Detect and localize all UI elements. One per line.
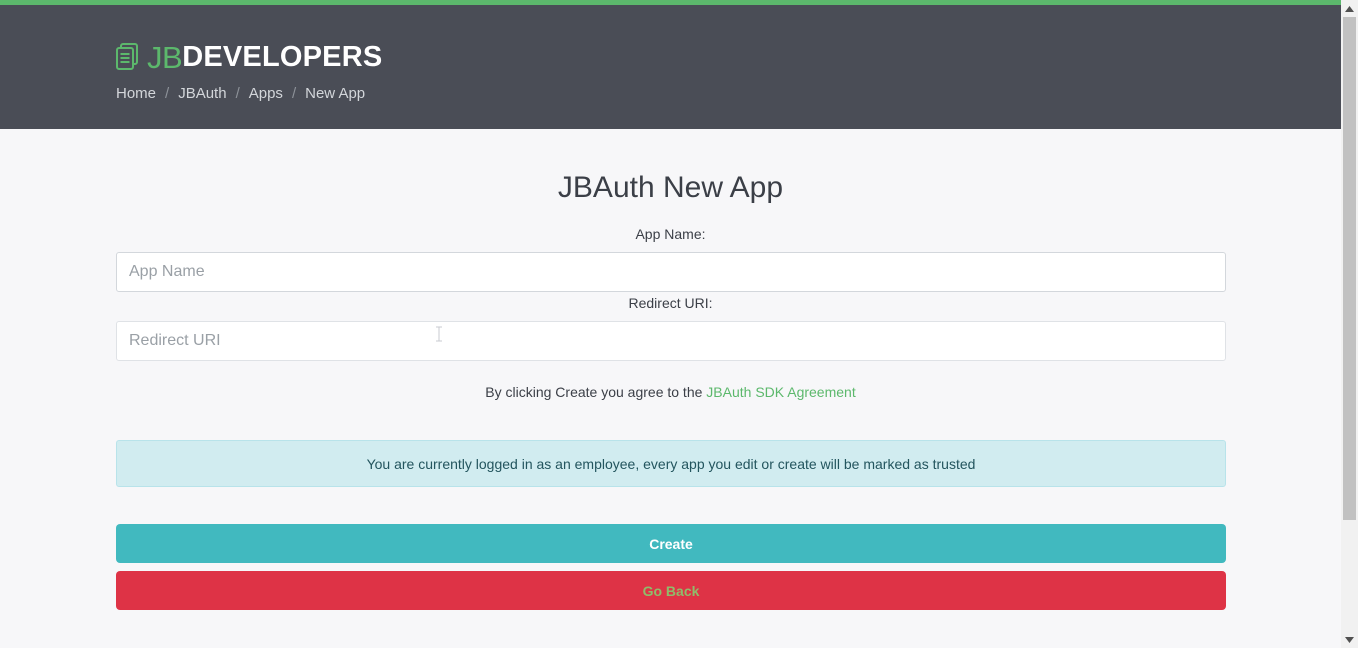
breadcrumb-separator: / bbox=[291, 85, 297, 102]
agreement-prefix: By clicking Create you agree to the bbox=[485, 384, 703, 400]
brand-logo[interactable]: JB DEVELOPERS bbox=[116, 39, 382, 75]
breadcrumb: Home / JBAuth / Apps / New App bbox=[116, 85, 365, 102]
scroll-down-icon[interactable] bbox=[1341, 631, 1358, 648]
create-button[interactable]: Create bbox=[116, 524, 1226, 563]
document-icon bbox=[116, 43, 139, 71]
go-back-button[interactable]: Go Back bbox=[116, 571, 1226, 610]
brand-prefix: JB bbox=[147, 39, 183, 75]
redirect-uri-input[interactable] bbox=[116, 321, 1226, 361]
text-cursor-icon bbox=[435, 326, 443, 342]
site-header: JB DEVELOPERS Home / JBAuth / Apps / New… bbox=[0, 5, 1341, 129]
employee-notice-text: You are currently logged in as an employ… bbox=[366, 455, 976, 472]
breadcrumb-home[interactable]: Home bbox=[116, 85, 156, 102]
brand-suffix: DEVELOPERS bbox=[182, 40, 383, 73]
breadcrumb-separator: / bbox=[235, 85, 240, 102]
breadcrumb-apps[interactable]: Apps bbox=[249, 85, 283, 102]
breadcrumb-separator: / bbox=[165, 85, 170, 102]
redirect-uri-label: Redirect URI: bbox=[628, 295, 713, 311]
breadcrumb-current: New App bbox=[305, 85, 366, 102]
scrollbar-thumb[interactable] bbox=[1343, 17, 1356, 520]
app-name-label: App Name: bbox=[635, 226, 706, 242]
scroll-up-icon[interactable] bbox=[1341, 0, 1358, 17]
sdk-agreement-link[interactable]: JBAuth SDK Agreement bbox=[706, 384, 855, 400]
page-title: JBAuth New App bbox=[557, 171, 784, 204]
breadcrumb-jbauth[interactable]: JBAuth bbox=[178, 85, 226, 102]
page: JB DEVELOPERS Home / JBAuth / Apps / New… bbox=[0, 0, 1341, 648]
app-name-input[interactable] bbox=[116, 252, 1226, 292]
agreement-text: By clicking Create you agree to the JBAu… bbox=[0, 384, 1341, 400]
employee-notice: You are currently logged in as an employ… bbox=[116, 440, 1226, 487]
vertical-scrollbar[interactable] bbox=[1341, 0, 1358, 648]
